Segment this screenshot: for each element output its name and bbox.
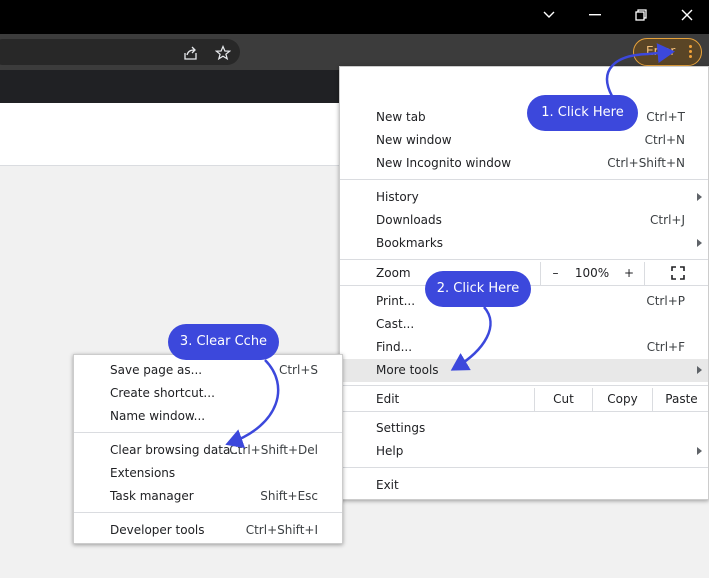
menu-item-shortcut: Ctrl+T <box>646 110 685 124</box>
menu-item-create-shortcut[interactable]: Create shortcut... <box>74 382 342 405</box>
menu-item-new-incognito[interactable]: New Incognito window Ctrl+Shift+N <box>340 152 708 175</box>
menu-item-label: New window <box>376 133 452 147</box>
menu-item-label: Extensions <box>110 466 176 480</box>
menu-item-history[interactable]: History <box>340 186 708 209</box>
menu-item-label: Task manager <box>110 489 194 503</box>
submenu-arrow-icon <box>697 239 702 247</box>
share-icon[interactable] <box>183 45 199 61</box>
menu-item-shortcut: Ctrl+Shift+N <box>607 156 685 170</box>
menu-item-clear-browsing-data[interactable]: Clear browsing data... Ctrl+Shift+Del <box>74 439 342 462</box>
menu-item-new-window[interactable]: New window Ctrl+N <box>340 129 708 152</box>
menu-item-save-page[interactable]: Save page as... Ctrl+S <box>74 359 342 382</box>
menu-item-label: Save page as... <box>110 363 203 377</box>
menu-item-label: Create shortcut... <box>110 386 215 400</box>
menu-item-help[interactable]: Help <box>340 440 708 463</box>
menu-separator <box>74 432 342 433</box>
menu-item-shortcut: Ctrl+N <box>644 133 685 147</box>
step3-callout: 3. Clear Cche <box>168 324 279 360</box>
menu-separator <box>340 411 708 412</box>
menu-separator <box>340 259 708 260</box>
menu-item-shortcut: Ctrl+S <box>278 363 318 377</box>
menu-item-name-window[interactable]: Name window... <box>74 405 342 428</box>
menu-item-label: New Incognito window <box>376 156 512 170</box>
menu-item-find[interactable]: Find... Ctrl+F <box>340 336 708 359</box>
submenu-arrow-icon <box>697 366 702 374</box>
chevron-down-icon[interactable] <box>526 0 572 30</box>
menu-item-label: More tools <box>376 363 439 377</box>
restore-icon[interactable] <box>618 0 664 30</box>
minimize-icon[interactable] <box>572 0 618 30</box>
menu-item-downloads[interactable]: Downloads Ctrl+J <box>340 209 708 232</box>
menu-item-exit[interactable]: Exit <box>340 474 708 497</box>
menu-item-bookmarks[interactable]: Bookmarks <box>340 232 708 255</box>
menu-item-new-tab[interactable]: New tab Ctrl+T <box>340 106 708 129</box>
menu-item-task-manager[interactable]: Task manager Shift+Esc <box>74 485 342 508</box>
step2-callout: 2. Click Here <box>425 271 531 307</box>
menu-item-label: New tab <box>376 110 426 124</box>
zoom-in-button[interactable]: + <box>614 262 644 285</box>
menu-item-label: Developer tools <box>110 523 205 537</box>
menu-item-label: Name window... <box>110 409 206 423</box>
menu-separator <box>340 385 708 386</box>
close-icon[interactable] <box>664 0 709 30</box>
more-tools-submenu: Save page as... Ctrl+S Create shortcut..… <box>73 354 343 544</box>
menu-item-label: Find... <box>376 340 413 354</box>
menu-separator <box>340 179 708 180</box>
paste-button[interactable]: Paste <box>652 388 709 411</box>
menu-item-label: Downloads <box>376 213 442 227</box>
title-bar <box>0 0 709 34</box>
copy-button[interactable]: Copy <box>592 388 652 411</box>
submenu-arrow-icon <box>697 193 702 201</box>
menu-separator <box>74 512 342 513</box>
step1-callout: 1. Click Here <box>527 95 638 131</box>
zoom-out-button[interactable]: – <box>540 262 570 285</box>
menu-item-label: Zoom <box>376 266 411 280</box>
menu-item-label: Exit <box>376 478 399 492</box>
menu-item-shortcut: Ctrl+J <box>650 213 685 227</box>
menu-item-shortcut: Ctrl+P <box>646 294 685 308</box>
menu-item-settings[interactable]: Settings <box>340 417 708 440</box>
browser-toolbar: Error <box>0 34 709 70</box>
menu-item-shortcut: Ctrl+Shift+I <box>245 523 318 537</box>
menu-separator <box>340 467 708 468</box>
menu-item-label: Clear browsing data... <box>110 443 242 457</box>
cut-button[interactable]: Cut <box>534 388 592 411</box>
menu-item-label: Cast... <box>376 317 415 331</box>
menu-item-more-tools[interactable]: More tools <box>340 359 708 382</box>
menu-item-edit: Edit Cut Copy Paste <box>340 388 708 411</box>
menu-item-label: Print... <box>376 294 416 308</box>
menu-item-cast[interactable]: Cast... <box>340 313 708 336</box>
submenu-arrow-icon <box>697 447 702 455</box>
menu-item-label: Bookmarks <box>376 236 444 250</box>
menu-item-label: Edit <box>376 392 400 406</box>
menu-item-shortcut: Ctrl+F <box>646 340 685 354</box>
three-dots-vertical-icon[interactable] <box>689 45 692 60</box>
address-bar[interactable] <box>0 39 240 65</box>
menu-item-extensions[interactable]: Extensions <box>74 462 342 485</box>
menu-item-label: Help <box>376 444 404 458</box>
profile-chip-label: Error <box>646 44 676 58</box>
fullscreen-icon[interactable] <box>644 262 709 285</box>
menu-item-shortcut: Shift+Esc <box>260 489 318 503</box>
zoom-level: 100% <box>574 266 610 280</box>
profile-error-chip[interactable]: Error <box>633 38 702 66</box>
menu-item-developer-tools[interactable]: Developer tools Ctrl+Shift+I <box>74 519 342 542</box>
menu-item-label: Settings <box>376 421 426 435</box>
menu-item-shortcut: Ctrl+Shift+Del <box>229 443 318 457</box>
star-icon[interactable] <box>214 44 232 61</box>
menu-item-label: History <box>376 190 419 204</box>
